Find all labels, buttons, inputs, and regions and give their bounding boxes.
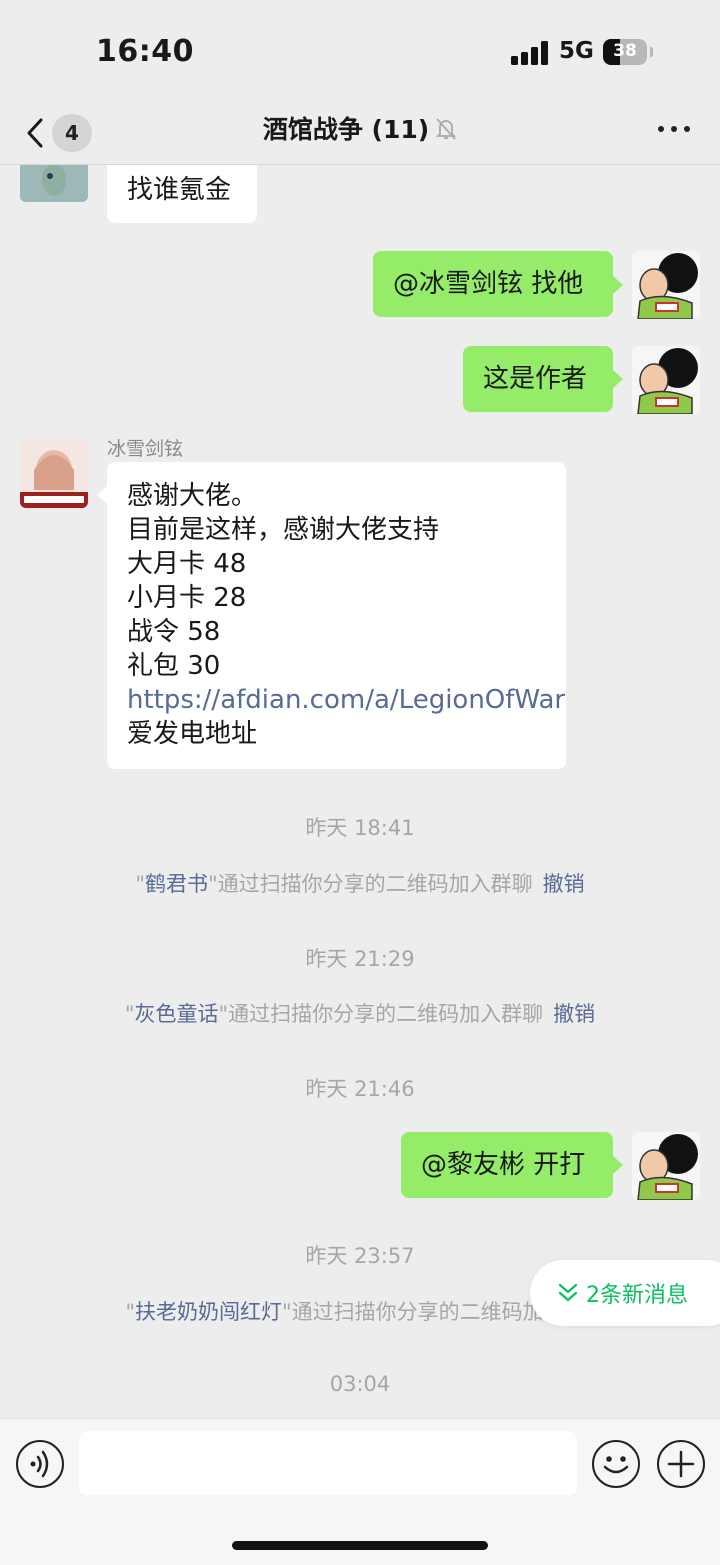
timestamp: 昨天 21:29 bbox=[305, 947, 415, 971]
revoke-link[interactable]: 撤销 bbox=[543, 872, 585, 896]
unread-badge: 4 bbox=[52, 114, 92, 152]
message-text: @黎友彬 开打 bbox=[421, 1150, 586, 1180]
timestamp: 03:04 bbox=[329, 1372, 391, 1396]
chevron-left-icon bbox=[27, 118, 43, 148]
message-text: 找谁氪金 bbox=[127, 175, 232, 205]
my-avatar[interactable] bbox=[632, 346, 700, 414]
plus-icon bbox=[667, 1450, 695, 1478]
my-avatar[interactable] bbox=[632, 1132, 700, 1200]
back-button[interactable]: 4 bbox=[18, 106, 98, 158]
message-line: 目前是这样，感谢大佬支持 bbox=[127, 515, 440, 545]
message-text: 这是作者 bbox=[483, 364, 588, 394]
system-message: "鹤君书"通过扫描你分享的二维码加入群聊 撤销 bbox=[135, 872, 585, 896]
message-link[interactable]: https://afdian.com/a/LegionOfWar bbox=[127, 683, 565, 717]
message-line: 感谢大佬。 bbox=[127, 481, 258, 511]
system-text: 通过扫描你分享的二维码加入群聊 bbox=[228, 1002, 544, 1026]
member-name-link[interactable]: 鹤君书 bbox=[145, 872, 208, 896]
double-chevron-down-icon bbox=[558, 1283, 578, 1302]
message-line: 爱发电地址 bbox=[127, 719, 258, 749]
battery-level: 38 bbox=[613, 41, 637, 61]
message-bubble[interactable]: 这是作者 bbox=[463, 346, 613, 412]
message-bubble[interactable]: 感谢大佬。 目前是这样，感谢大佬支持 大月卡 48 小月卡 28 战令 58 礼… bbox=[107, 462, 566, 769]
battery-icon: 38 bbox=[603, 39, 647, 65]
emoji-icon bbox=[603, 1456, 629, 1474]
chat-header: 4 酒馆战争 (11) bbox=[0, 100, 720, 165]
avatar[interactable] bbox=[20, 440, 88, 508]
message-bubble[interactable]: @冰雪剑铉 找他 bbox=[373, 251, 613, 317]
message-bubble[interactable]: @黎友彬 开打 bbox=[401, 1132, 613, 1198]
message-line: 礼包 30 bbox=[127, 651, 221, 681]
my-avatar[interactable] bbox=[632, 251, 700, 319]
status-bar: 16:40 5G 38 bbox=[0, 0, 720, 100]
timestamp: 昨天 18:41 bbox=[305, 816, 415, 840]
message-bubble[interactable]: 找谁氪金 bbox=[107, 158, 257, 223]
home-indicator[interactable] bbox=[232, 1541, 488, 1550]
plus-button[interactable] bbox=[657, 1440, 705, 1488]
bell-slash-icon bbox=[435, 118, 457, 140]
more-button[interactable] bbox=[652, 114, 696, 144]
new-messages-button[interactable]: 2条新消息 bbox=[530, 1260, 720, 1326]
revoke-link[interactable]: 撤销 bbox=[553, 1002, 595, 1026]
timestamp: 昨天 21:46 bbox=[305, 1077, 415, 1101]
message-input[interactable] bbox=[79, 1431, 577, 1495]
network-type: 5G bbox=[559, 38, 594, 64]
member-name-link[interactable]: 灰色童话 bbox=[135, 1002, 219, 1026]
voice-button[interactable] bbox=[16, 1440, 64, 1488]
signal-icon bbox=[511, 41, 549, 65]
message-line: 战令 58 bbox=[127, 617, 221, 647]
member-name-link[interactable]: 扶老奶奶闯红灯 bbox=[135, 1300, 282, 1324]
chat-title: 酒馆战争 (11) bbox=[262, 115, 430, 144]
system-text: 通过扫描你分享的二维码加入群聊 bbox=[217, 872, 533, 896]
system-message: "灰色童话"通过扫描你分享的二维码加入群聊 撤销 bbox=[124, 1002, 596, 1026]
status-time: 16:40 bbox=[96, 34, 194, 69]
message-text: @冰雪剑铉 找他 bbox=[393, 269, 584, 299]
more-dots-icon bbox=[658, 126, 664, 132]
message-line: 大月卡 48 bbox=[127, 549, 247, 579]
chat-title-wrap: 酒馆战争 (11) bbox=[200, 110, 520, 146]
message-line: 小月卡 28 bbox=[127, 583, 247, 613]
emoji-button[interactable] bbox=[592, 1440, 640, 1488]
voice-icon bbox=[30, 1450, 49, 1478]
new-messages-label: 2条新消息 bbox=[586, 1283, 688, 1308]
system-text: 通过扫描你分享的二维码加入 bbox=[291, 1300, 565, 1324]
sender-name: 冰雪剑铉 bbox=[107, 438, 184, 460]
